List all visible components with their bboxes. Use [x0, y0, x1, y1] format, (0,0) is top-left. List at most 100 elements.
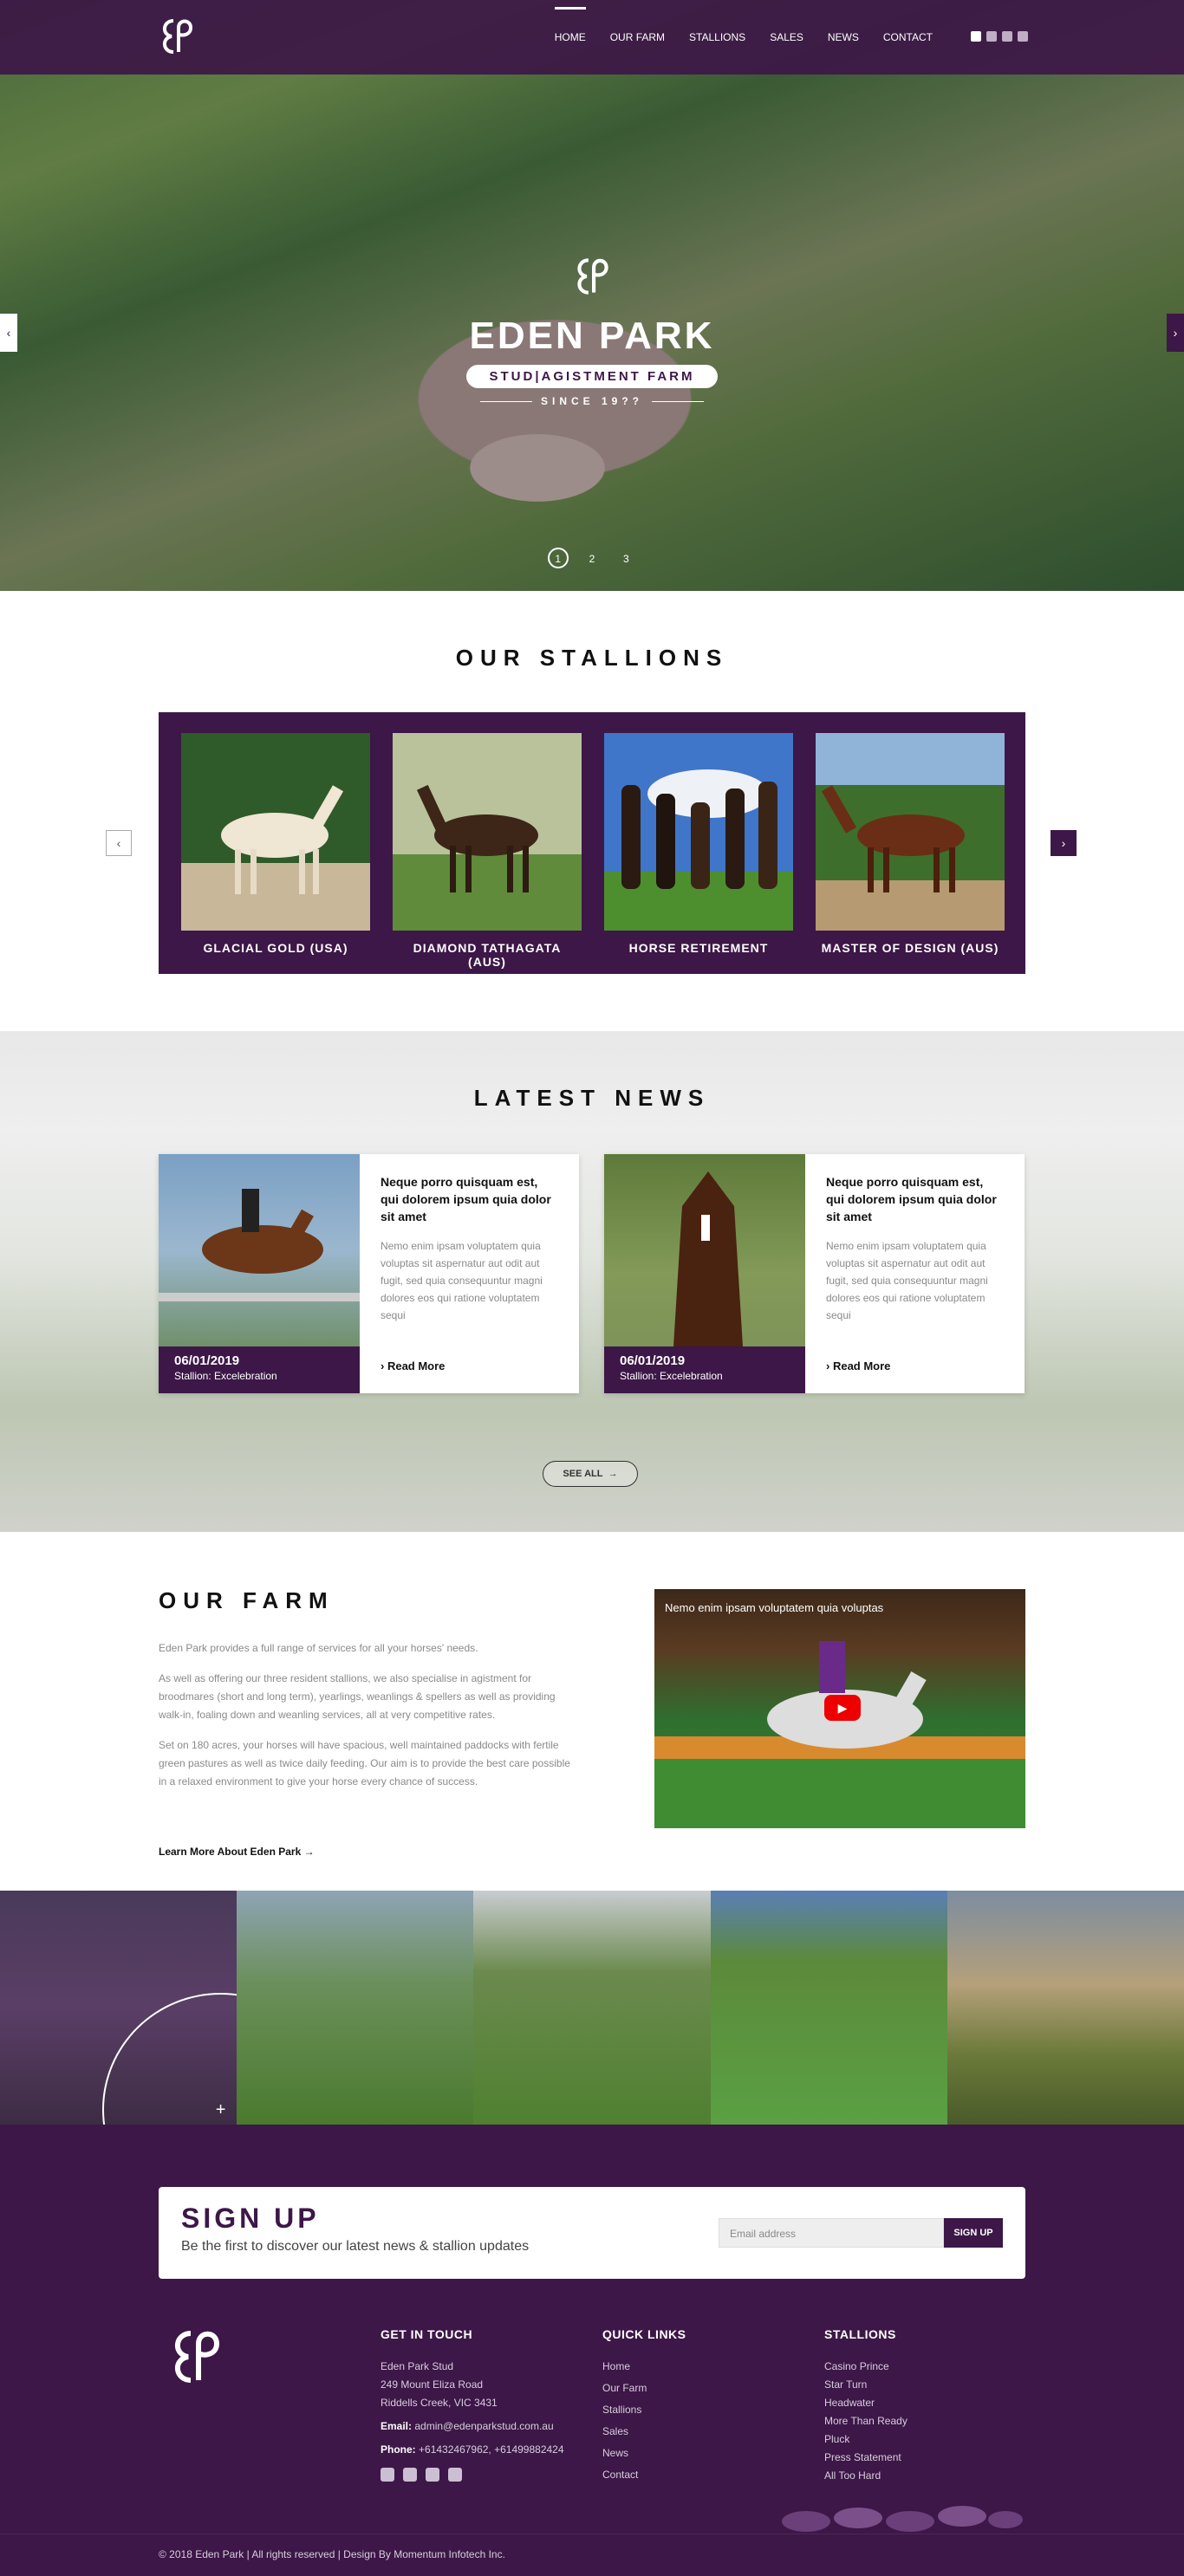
news-stallion: Stallion: Excelebration: [620, 1370, 723, 1382]
read-more-label: Read More: [387, 1359, 446, 1372]
stallions-prev-button[interactable]: ‹: [106, 830, 132, 856]
twitter-icon[interactable]: [403, 2468, 417, 2482]
news-date: 06/01/2019: [620, 1353, 686, 1368]
play-icon[interactable]: ▶: [824, 1695, 861, 1721]
video-title: Nemo enim ipsam voluptatem quia voluptas: [665, 1601, 884, 1614]
stallion-link[interactable]: Headwater: [824, 2394, 908, 2412]
stallion-link[interactable]: Press Statement: [824, 2449, 908, 2467]
instagram-icon[interactable]: [1002, 31, 1012, 42]
read-more-link[interactable]: › Read More: [826, 1359, 890, 1372]
signup-button[interactable]: SIGN UP: [944, 2218, 1003, 2248]
quick-link-stallions[interactable]: Stallions: [602, 2401, 686, 2419]
stallion-name: MASTER OF DESIGN (AUS): [821, 941, 999, 955]
hero-next-button[interactable]: ›: [1167, 314, 1184, 352]
footer-stallions: STALLIONS Casino Prince Star Turn Headwa…: [824, 2326, 908, 2485]
youtube-icon[interactable]: [448, 2468, 462, 2482]
hero-brand: EDEN PARK STUD|AGISTMENT FARM SINCE 19??: [0, 251, 1184, 407]
stallion-link[interactable]: Pluck: [824, 2430, 908, 2449]
nav-our-farm[interactable]: OUR FARM: [610, 7, 665, 68]
farm-paragraph: Set on 180 acres, your horses will have …: [159, 1739, 570, 1788]
main-nav: HOME OUR FARM STALLIONS SALES NEWS CONTA…: [554, 0, 933, 75]
news-card[interactable]: 06/01/2019 Stallion: Excelebration Neque…: [604, 1154, 1025, 1393]
copyright-text: © 2018 Eden Park | All rights reserved |…: [159, 2548, 505, 2560]
phone-label: Phone:: [381, 2443, 416, 2456]
stallion-link[interactable]: Casino Prince: [824, 2358, 908, 2376]
nav-stallions[interactable]: STALLIONS: [689, 7, 745, 68]
farm-paragraph: Eden Park provides a full range of servi…: [159, 1642, 478, 1654]
news-body: Neque porro quisquam est, qui dolorem ip…: [360, 1154, 579, 1393]
stallion-link[interactable]: More Than Ready: [824, 2412, 908, 2430]
stallion-card[interactable]: DIAMOND TATHAGATA (AUS): [393, 733, 582, 969]
news-excerpt: Nemo enim ipsam voluptatem quia voluptas…: [826, 1240, 988, 1321]
hero-prev-button[interactable]: ‹: [0, 314, 17, 352]
stallion-link[interactable]: All Too Hard: [824, 2467, 908, 2485]
slide-dot-3[interactable]: 3: [615, 549, 636, 570]
farm-paragraph: As well as offering our three resident s…: [159, 1672, 556, 1721]
news-excerpt: Nemo enim ipsam voluptatem quia voluptas…: [381, 1240, 543, 1321]
nav-sales[interactable]: SALES: [770, 7, 803, 68]
eden-park-logo[interactable]: [156, 12, 198, 61]
nav-contact[interactable]: CONTACT: [883, 7, 933, 68]
slide-dot-2[interactable]: 2: [582, 549, 602, 570]
news-date: 06/01/2019: [174, 1353, 240, 1368]
phone-link[interactable]: +61432467962, +61499882424: [419, 2443, 564, 2456]
youtube-icon[interactable]: [1018, 31, 1028, 42]
stallion-photo: [816, 733, 1005, 931]
email-link[interactable]: admin@edenparkstud.com.au: [414, 2420, 553, 2432]
learn-more-link[interactable]: Learn More About Eden Park →: [159, 1846, 315, 1858]
hero-pagination: 1 2 3: [0, 548, 1184, 570]
nav-home[interactable]: HOME: [554, 7, 586, 68]
gallery-photo[interactable]: [947, 1891, 1184, 2125]
nav-news[interactable]: NEWS: [828, 7, 859, 68]
email-input[interactable]: Email address: [719, 2218, 944, 2248]
footer-contact: GET IN TOUCH Eden Park Stud 249 Mount El…: [381, 2326, 564, 2482]
gallery-photo[interactable]: [473, 1891, 711, 2125]
see-all-label: SEE ALL: [563, 1469, 603, 1479]
stallion-card[interactable]: GLACIAL GOLD (USA): [181, 733, 370, 955]
address-line: 249 Mount Eliza Road: [381, 2378, 484, 2391]
gallery-photo[interactable]: +: [0, 1891, 340, 2227]
read-more-label: Read More: [832, 1359, 891, 1372]
social-links-top: [971, 31, 1028, 42]
stallion-card[interactable]: HORSE RETIREMENT: [604, 733, 793, 955]
news-stallion: Stallion: Excelebration: [174, 1370, 277, 1382]
stallions-title: OUR STALLIONS: [455, 645, 729, 671]
stallions-next-button[interactable]: ›: [1051, 830, 1077, 856]
news-meta: 06/01/2019 Stallion: Excelebration: [159, 1346, 360, 1393]
hero-since: SINCE 19??: [0, 395, 1184, 407]
stallion-photo: [393, 733, 582, 931]
news-card[interactable]: 06/01/2019 Stallion: Excelebration Neque…: [159, 1154, 579, 1393]
news-heading: Neque porro quisquam est, qui dolorem ip…: [381, 1175, 551, 1223]
stallion-link[interactable]: Star Turn: [824, 2376, 908, 2394]
stallion-photo: [604, 733, 793, 931]
facebook-icon[interactable]: [971, 31, 981, 42]
quick-link-news[interactable]: News: [602, 2444, 686, 2462]
see-all-button[interactable]: SEE ALL →: [543, 1461, 638, 1487]
footer: SIGN UP Be the first to discover our lat…: [0, 2125, 1184, 2576]
stallion-card[interactable]: MASTER OF DESIGN (AUS): [816, 733, 1005, 955]
gallery-photo[interactable]: [237, 1891, 474, 2125]
news-photo: 06/01/2019 Stallion: Excelebration: [604, 1154, 805, 1393]
slide-dot-1[interactable]: 1: [547, 548, 569, 568]
quick-link-sales[interactable]: Sales: [602, 2423, 686, 2441]
facebook-icon[interactable]: [381, 2468, 394, 2482]
quick-link-contact[interactable]: Contact: [602, 2466, 686, 2484]
farm-text: Eden Park provides a full range of servi…: [159, 1639, 575, 1803]
news-body: Neque porro quisquam est, qui dolorem ip…: [805, 1154, 1025, 1393]
address-line: Riddells Creek, VIC 3431: [381, 2397, 498, 2409]
our-farm-section: OUR FARM Eden Park provides a full range…: [0, 1532, 1184, 1891]
stallion-name: DIAMOND TATHAGATA (AUS): [413, 941, 562, 969]
footer-logo[interactable]: [165, 2320, 227, 2393]
twitter-icon[interactable]: [986, 31, 997, 42]
instagram-icon[interactable]: [426, 2468, 439, 2482]
video-player[interactable]: Nemo enim ipsam voluptatem quia voluptas…: [654, 1589, 1025, 1828]
footer-social: [381, 2468, 564, 2482]
address-line: Eden Park Stud: [381, 2360, 454, 2372]
gallery-photo[interactable]: [710, 1891, 947, 2125]
read-more-link[interactable]: › Read More: [381, 1359, 445, 1372]
quick-link-home[interactable]: Home: [602, 2358, 686, 2376]
signup-title: SIGN UP: [181, 2203, 320, 2234]
signup-box: SIGN UP Be the first to discover our lat…: [159, 2187, 1025, 2279]
quick-link-our-farm[interactable]: Our Farm: [602, 2379, 686, 2398]
top-navbar: HOME OUR FARM STALLIONS SALES NEWS CONTA…: [0, 0, 1184, 75]
